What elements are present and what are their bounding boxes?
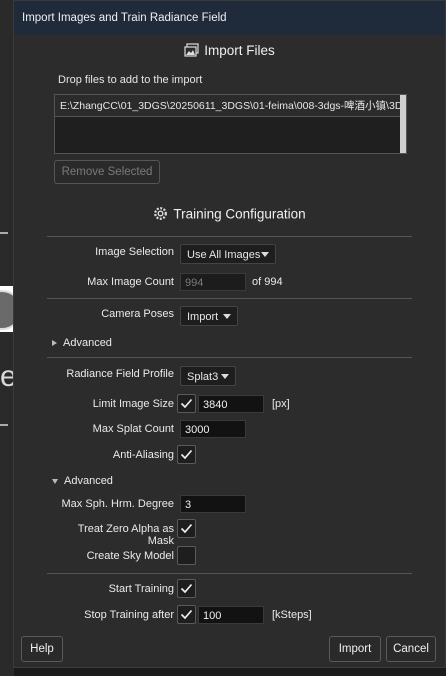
max-image-count-input[interactable]: 994 (180, 273, 246, 291)
anti-aliasing-checkbox[interactable] (177, 445, 196, 464)
create-sky-model-label: Create Sky Model (86, 550, 174, 562)
limit-image-size-input[interactable]: 3840 (198, 395, 264, 413)
import-dialog: Import Images and Train Radiance Field I… (13, 0, 446, 668)
file-list-scrollbar[interactable] (400, 95, 406, 153)
limit-image-size-unit: [px] (272, 398, 290, 410)
start-training-label: Start Training (108, 583, 174, 595)
divider (47, 357, 412, 358)
radiance-profile-value: Splat3 (187, 371, 219, 383)
stop-training-unit: [kSteps] (272, 609, 312, 621)
treat-zero-alpha-checkbox[interactable] (177, 519, 196, 538)
image-selection-label: Image Selection (95, 246, 174, 258)
divider (47, 573, 412, 574)
import-files-title: Import Files (204, 43, 275, 59)
max-sph-degree-input[interactable]: 3 (180, 495, 246, 513)
drop-files-label: Drop files to add to the import (58, 74, 203, 86)
file-list[interactable]: E:\ZhangCC\01_3DGS\20250611_3DGS\01-feim… (54, 94, 407, 154)
create-sky-model-checkbox[interactable] (177, 546, 196, 565)
treat-zero-alpha-label: Treat Zero Alpha as Mask (77, 523, 174, 547)
advanced-toggle-radiance[interactable]: Advanced (52, 475, 113, 487)
background-dash (0, 424, 8, 426)
file-list-item[interactable]: E:\ZhangCC\01_3DGS\20250611_3DGS\01-feim… (55, 95, 400, 117)
chevron-down-icon (223, 314, 231, 319)
chevron-down-icon (52, 478, 58, 484)
start-training-checkbox[interactable] (177, 579, 196, 598)
gear-icon (153, 206, 168, 224)
camera-poses-dropdown[interactable]: Import (180, 306, 238, 326)
limit-image-size-checkbox[interactable] (177, 394, 196, 413)
max-splat-count-input[interactable]: 3000 (180, 420, 246, 438)
image-selection-value: Use All Images (187, 249, 261, 261)
dialog-title: Import Images and Train Radiance Field (22, 12, 227, 24)
max-splat-count-label: Max Splat Count (92, 423, 174, 435)
checkmark-icon (180, 449, 193, 460)
chevron-right-icon (52, 340, 57, 347)
checkmark-icon (180, 523, 193, 534)
max-image-count-suffix: of 994 (252, 276, 283, 288)
limit-image-size-label: Limit Image Size (92, 398, 174, 410)
camera-poses-value: Import (187, 311, 219, 323)
dialog-titlebar[interactable]: Import Images and Train Radiance Field (14, 1, 445, 35)
stop-training-checkbox[interactable] (177, 605, 196, 624)
background-dash (0, 232, 8, 234)
remove-selected-button[interactable]: Remove Selected (54, 160, 160, 184)
training-config-title: Training Configuration (173, 206, 306, 222)
training-config-header: Training Configuration (14, 206, 445, 224)
image-selection-dropdown[interactable]: Use All Images (180, 244, 276, 264)
images-icon (184, 43, 199, 60)
advanced-label: Advanced (63, 337, 112, 349)
checkmark-icon (180, 398, 193, 409)
advanced-label: Advanced (64, 475, 113, 487)
chevron-down-icon (221, 374, 229, 379)
divider (47, 298, 412, 299)
camera-poses-label: Camera Poses (101, 308, 174, 320)
chevron-down-icon (261, 252, 269, 257)
anti-aliasing-label: Anti-Aliasing (112, 449, 174, 461)
background-app-strip (0, 0, 14, 676)
import-files-header: Import Files (14, 43, 445, 60)
stop-training-input[interactable]: 100 (198, 606, 264, 624)
max-sph-degree-label: Max Sph. Hrm. Degree (61, 498, 174, 510)
checkmark-icon (180, 583, 193, 594)
radiance-profile-label: Radiance Field Profile (66, 368, 174, 380)
stop-training-label: Stop Training after (84, 609, 174, 621)
checkmark-icon (180, 609, 193, 620)
import-button[interactable]: Import (329, 636, 381, 662)
divider (47, 236, 412, 237)
advanced-toggle-camera[interactable]: Advanced (52, 337, 112, 349)
radiance-profile-dropdown[interactable]: Splat3 (180, 366, 236, 386)
max-image-count-label: Max Image Count (87, 276, 174, 288)
cancel-button[interactable]: Cancel (386, 636, 436, 662)
help-button[interactable]: Help (21, 636, 63, 662)
